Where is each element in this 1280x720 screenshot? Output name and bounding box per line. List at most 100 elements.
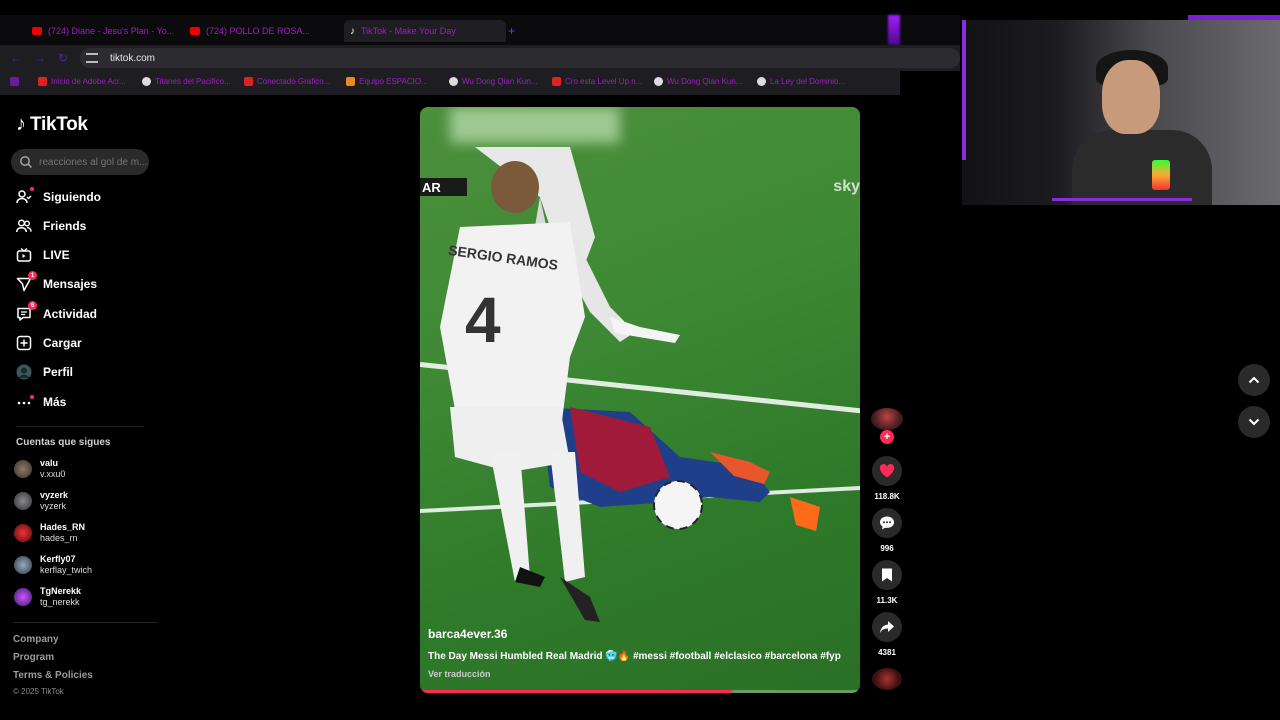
following-icon xyxy=(16,187,34,205)
bookmark-6[interactable]: Cro esta Level Up n... xyxy=(552,77,642,86)
bookmark-3-label: Conectado Grafico... xyxy=(257,77,331,86)
tiktok-logo[interactable]: ♪ TikTok xyxy=(16,113,88,136)
site-info-icon[interactable] xyxy=(86,53,98,63)
nav-friends-label: Friends xyxy=(43,219,87,233)
nav-upload[interactable]: Cargar xyxy=(16,333,82,353)
apps-icon[interactable] xyxy=(10,77,19,86)
search-box[interactable] xyxy=(11,149,149,175)
activity-badge: 6 xyxy=(28,301,37,310)
nav-profile[interactable]: Perfil xyxy=(16,362,73,382)
share-count: 4381 xyxy=(878,648,896,657)
streamer-face xyxy=(1102,60,1160,134)
webcam-border xyxy=(1052,198,1192,201)
bookmark-8[interactable]: La Ley del Dominio... xyxy=(757,77,845,86)
microphone-light xyxy=(1152,160,1170,190)
browser-tab-3[interactable]: ♪ TikTok - Make Your Day xyxy=(344,20,506,42)
avatar xyxy=(14,556,32,574)
account-name: vyzerk xyxy=(40,490,69,500)
followed-account-3[interactable]: Hades_RN hades_rn xyxy=(14,522,85,544)
video-description: The Day Messi Humbled Real Madrid 🥶🔥 #me… xyxy=(428,651,841,662)
avatar xyxy=(14,492,32,510)
avatar xyxy=(14,460,32,478)
browser-tab-2[interactable]: (724) POLLO DE ROSA... xyxy=(190,20,340,42)
save-button[interactable] xyxy=(872,560,902,590)
following-section-title: Cuentas que sigues xyxy=(16,437,111,448)
account-handle: kerflay_twich xyxy=(40,565,93,575)
nav-live[interactable]: LIVE xyxy=(16,245,70,265)
friends-icon xyxy=(16,218,32,234)
followed-account-5[interactable]: TgNerekk tg_nerekk xyxy=(14,586,81,608)
bookmark-1-label: Inicio de Adobe Acr... xyxy=(51,77,126,86)
share-button[interactable] xyxy=(872,612,902,642)
forward-icon[interactable]: → xyxy=(34,51,46,65)
bookmark-6-label: Cro esta Level Up n... xyxy=(565,77,643,86)
account-name: Hades_RN xyxy=(40,522,86,532)
like-button[interactable] xyxy=(872,456,902,486)
avatar xyxy=(14,524,32,542)
url-text: tiktok.com xyxy=(110,52,156,64)
followed-account-1[interactable]: valu v.xxu0 xyxy=(14,458,65,480)
address-bar-row: ← → ↻ tiktok.com xyxy=(0,45,960,71)
heart-icon xyxy=(879,464,895,478)
bookmark-3[interactable]: Conectado Grafico... xyxy=(244,77,330,86)
browser-tab-1[interactable]: (724) Diane - Jesu's Plan - Yo... xyxy=(32,20,182,42)
nav-activity-label: Actividad xyxy=(43,307,98,321)
tiktok-icon: ♪ xyxy=(350,25,355,37)
next-video-button[interactable] xyxy=(1238,406,1270,438)
nav-more[interactable]: Más xyxy=(16,392,66,412)
like-count: 118.8K xyxy=(874,492,900,501)
nav-activity[interactable]: 6 Actividad xyxy=(16,301,98,324)
bookmark-1[interactable]: Inicio de Adobe Acr... xyxy=(38,77,126,86)
avatar xyxy=(14,588,32,606)
bookmark-5-label: Wu Dong Qian Kun... xyxy=(462,77,538,86)
bookmark-2[interactable]: Titanes del Pacifico... xyxy=(142,77,231,86)
nav-following[interactable]: Siguiendo xyxy=(16,187,101,207)
browser-tab-2-label: (724) POLLO DE ROSA... xyxy=(206,26,311,36)
search-input[interactable] xyxy=(37,155,149,169)
video-username[interactable]: barca4ever.36 xyxy=(428,627,507,641)
overlay-glow xyxy=(888,15,900,45)
back-icon[interactable]: ← xyxy=(10,51,22,65)
search-icon xyxy=(20,156,32,168)
nav-friends[interactable]: Friends xyxy=(16,216,86,236)
profile-icon xyxy=(16,364,32,380)
youtube-icon xyxy=(190,27,200,35)
nav-more-label: Más xyxy=(43,395,67,409)
browser-tab-1-label: (724) Diane - Jesu's Plan - Yo... xyxy=(48,26,175,36)
live-icon xyxy=(16,247,32,263)
music-disc[interactable] xyxy=(872,668,902,690)
bookmark-icon xyxy=(882,568,892,582)
comment-button[interactable] xyxy=(872,508,902,538)
copyright: © 2025 TikTok xyxy=(13,687,64,696)
streamer-body xyxy=(1072,130,1212,205)
translate-link[interactable]: Ver traducción xyxy=(428,669,491,679)
bookmark-4-label: Equipo ESPACIO... xyxy=(359,77,428,86)
nav-messages[interactable]: 1 Mensajes xyxy=(16,271,97,294)
new-tab-button[interactable]: + xyxy=(508,20,515,42)
video-progress-bar[interactable] xyxy=(420,690,860,693)
footer-program-link[interactable]: Program xyxy=(13,652,54,663)
bookmarks-bar: Inicio de Adobe Acr... Titanes del Pacif… xyxy=(0,71,900,95)
followed-account-4[interactable]: Kerfly07 kerflay_twich xyxy=(14,554,92,576)
nav-following-label: Siguiendo xyxy=(43,190,101,204)
previous-video-button[interactable] xyxy=(1238,364,1270,396)
browser-tab-3-label: TikTok - Make Your Day xyxy=(361,26,456,36)
messages-badge: 1 xyxy=(28,271,37,280)
follow-button[interactable]: + xyxy=(880,430,894,444)
footer-company-link[interactable]: Company xyxy=(13,634,59,645)
reload-icon[interactable]: ↻ xyxy=(58,51,68,65)
footer-terms-link[interactable]: Terms & Policies xyxy=(13,670,93,681)
account-handle: tg_nerekk xyxy=(40,597,80,607)
bookmark-7-label: Wu Dong Qian Kun... xyxy=(667,77,743,86)
comment-icon xyxy=(880,516,894,530)
bookmark-4[interactable]: Equipo ESPACIO... xyxy=(346,77,428,86)
address-bar[interactable]: tiktok.com xyxy=(80,48,960,68)
account-handle: hades_rn xyxy=(40,533,78,543)
bookmark-7[interactable]: Wu Dong Qian Kun... xyxy=(654,77,742,86)
sidebar-divider xyxy=(16,426,144,427)
bookmark-5[interactable]: Wu Dong Qian Kun... xyxy=(449,77,537,86)
followed-account-2[interactable]: vyzerk vyzerk xyxy=(14,490,68,512)
creator-avatar[interactable] xyxy=(871,408,903,430)
video-player[interactable]: AR sky SERGIO RAMOS 4 barca4ever.36 The … xyxy=(420,107,860,693)
account-handle: v.xxu0 xyxy=(40,469,66,479)
